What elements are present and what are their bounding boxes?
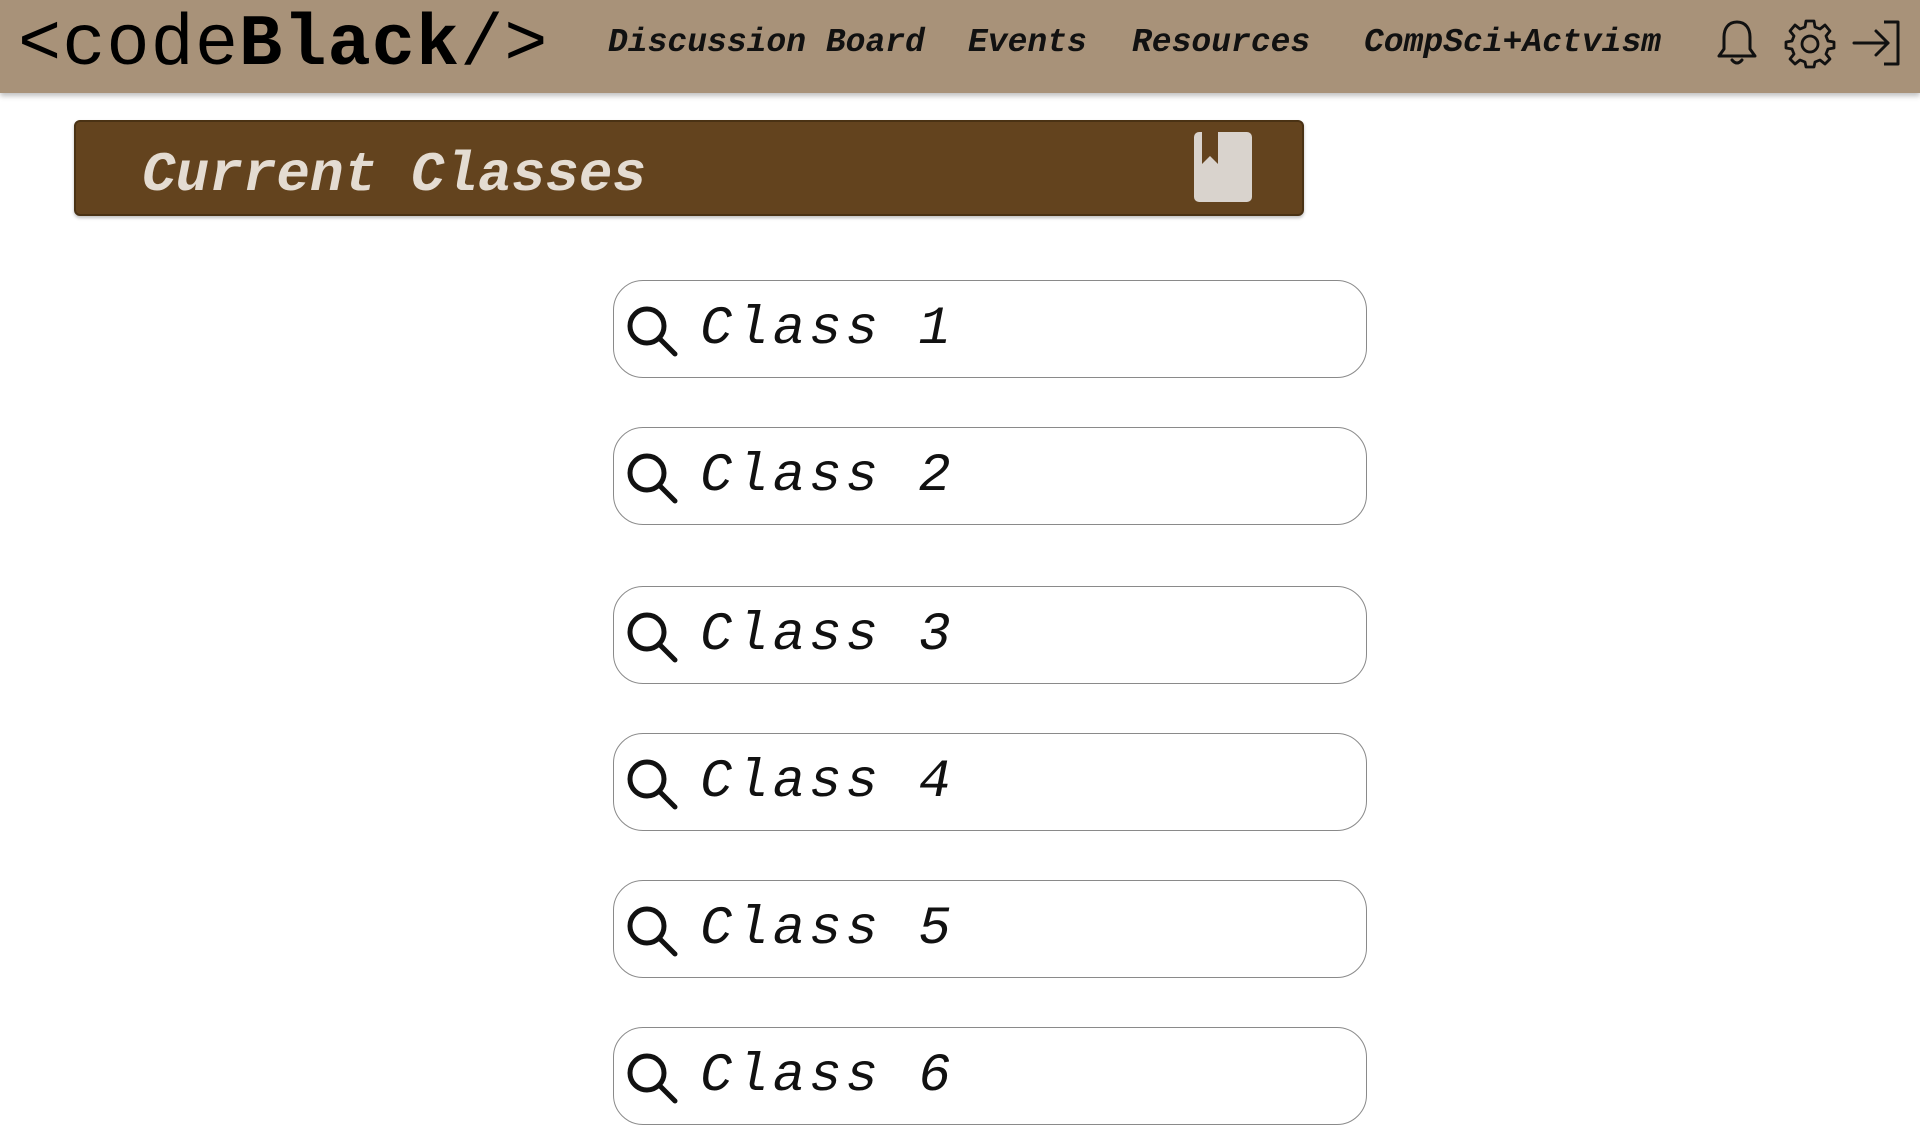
gear-icon[interactable] bbox=[1783, 16, 1837, 70]
class-item-2[interactable]: Class 2 bbox=[613, 427, 1367, 525]
search-icon bbox=[627, 759, 678, 810]
current-classes-banner: Current Classes bbox=[74, 120, 1304, 216]
search-icon bbox=[627, 612, 678, 663]
class-label: Class 3 bbox=[700, 605, 955, 666]
class-label: Class 4 bbox=[700, 752, 955, 813]
search-icon bbox=[627, 306, 678, 357]
bell-icon[interactable] bbox=[1710, 16, 1764, 70]
class-item-4[interactable]: Class 4 bbox=[613, 733, 1367, 831]
logo-bold-text: Black bbox=[239, 4, 461, 86]
class-label: Class 1 bbox=[700, 299, 955, 360]
logo-prefix: <code bbox=[18, 4, 240, 86]
class-label: Class 6 bbox=[700, 1046, 955, 1107]
class-label: Class 5 bbox=[700, 899, 955, 960]
logo-suffix: /> bbox=[460, 4, 549, 86]
search-icon bbox=[627, 1053, 678, 1104]
site-logo[interactable]: <codeBlack/> bbox=[18, 2, 549, 88]
nav-discussion-board[interactable]: Discussion Board bbox=[608, 0, 925, 93]
logout-icon[interactable] bbox=[1850, 16, 1904, 70]
search-icon bbox=[627, 453, 678, 504]
class-item-6[interactable]: Class 6 bbox=[613, 1027, 1367, 1125]
nav-compsci-activism[interactable]: CompSci+Actvism bbox=[1364, 0, 1661, 93]
top-navigation-bar: <codeBlack/> Discussion Board Events Res… bbox=[0, 0, 1920, 93]
book-icon[interactable] bbox=[1192, 130, 1254, 204]
class-item-3[interactable]: Class 3 bbox=[613, 586, 1367, 684]
nav-resources[interactable]: Resources bbox=[1132, 0, 1310, 93]
search-icon bbox=[627, 906, 678, 957]
class-label: Class 2 bbox=[700, 446, 955, 507]
banner-title: Current Classes bbox=[142, 143, 647, 207]
nav-events[interactable]: Events bbox=[968, 0, 1087, 93]
class-item-5[interactable]: Class 5 bbox=[613, 880, 1367, 978]
class-item-1[interactable]: Class 1 bbox=[613, 280, 1367, 378]
